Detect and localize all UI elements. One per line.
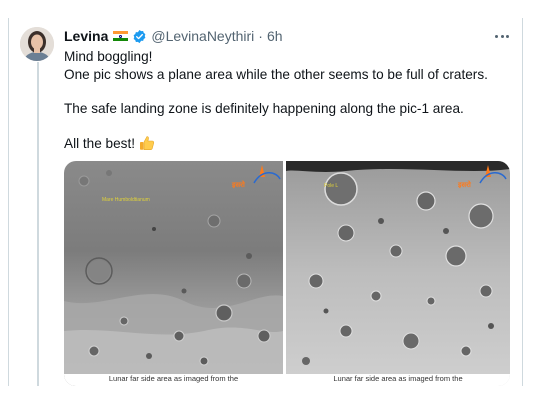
avatar[interactable] (20, 27, 54, 61)
moon-image-right[interactable]: Pole L इसरो Lunar far side area as image… (286, 161, 510, 386)
thumbs-up-emoji-icon (139, 135, 154, 150)
tweet-header: Levina @LevinaNeythiri · 6h (64, 27, 283, 45)
moon-image-left[interactable]: Mare Humboldtianum इसरो Lunar far side a… (64, 161, 283, 386)
image-caption-right: Lunar far side area as imaged from the (286, 374, 510, 386)
tweet-text-line: Mind boggling! (64, 49, 153, 64)
author-handle[interactable]: @LevinaNeythiri (151, 28, 254, 44)
image-caption-left: Lunar far side area as imaged from the (64, 374, 283, 386)
moon-surface-image (64, 161, 283, 386)
tweet-media-grid[interactable]: Mare Humboldtianum इसरो Lunar far side a… (64, 161, 510, 386)
separator-dot: · (258, 28, 263, 44)
isro-logo-icon: इसरो (458, 163, 508, 193)
verified-badge-icon (133, 29, 146, 43)
frame-border-right (522, 18, 523, 386)
tweet-text-line: One pic shows a plane area while the oth… (64, 66, 488, 82)
more-options-icon[interactable] (492, 29, 512, 43)
isro-logo-text: इसरो (232, 182, 245, 189)
tweet-text-line: The safe landing zone is definitely happ… (64, 101, 464, 116)
moon-surface-image (286, 161, 510, 386)
tweet-text-line: All the best! (64, 135, 514, 153)
isro-logo-text: इसरो (458, 182, 471, 189)
isro-logo-icon: इसरो (232, 163, 282, 193)
author-name[interactable]: Levina (64, 28, 108, 44)
tweet-timestamp[interactable]: 6h (267, 28, 283, 44)
frame-border-left (8, 18, 9, 386)
avatar-image (20, 27, 54, 61)
tweet-text: Mind boggling! One pic shows a plane are… (64, 48, 514, 152)
india-flag-icon (113, 31, 129, 41)
map-label-right: Pole L (324, 183, 339, 189)
map-label-left: Mare Humboldtianum (102, 197, 150, 203)
thread-connector-line (37, 62, 39, 386)
